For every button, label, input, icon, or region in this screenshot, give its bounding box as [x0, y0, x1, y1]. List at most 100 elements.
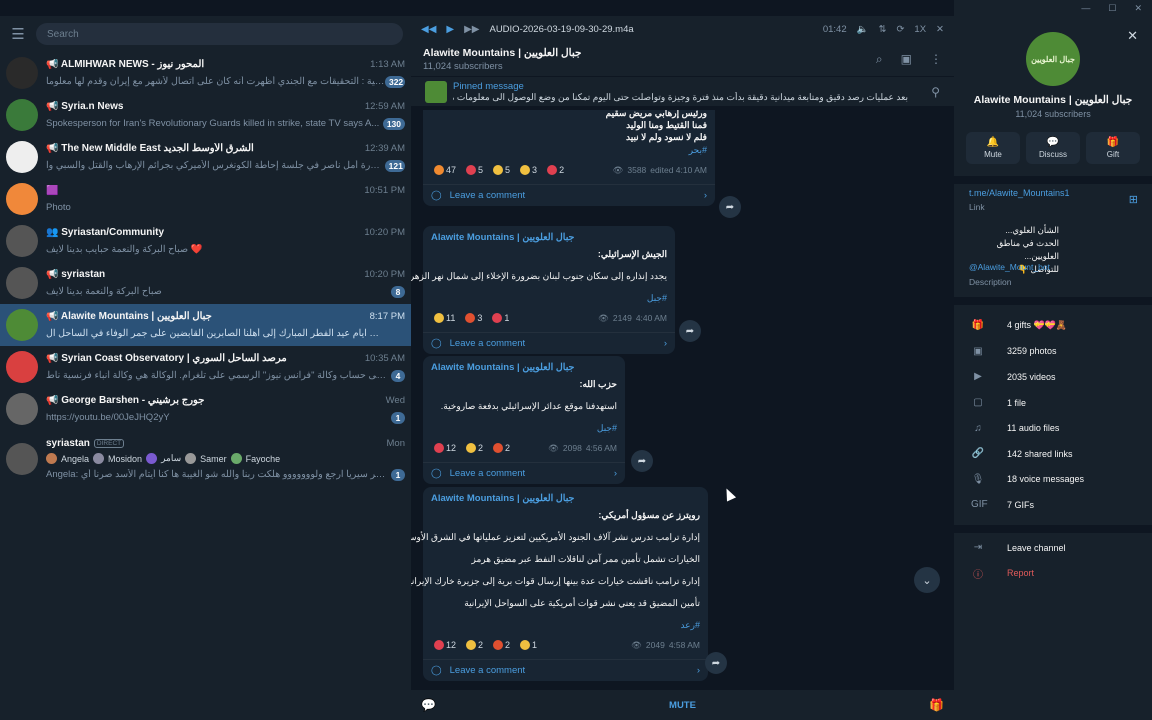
menu-icon[interactable]: ☰ — [8, 25, 28, 43]
volume-icon[interactable]: 🔈 — [857, 24, 869, 35]
reaction-chip[interactable]: 47 — [431, 165, 459, 175]
hashtag-link[interactable]: #جبل — [431, 423, 617, 434]
reaction-chip[interactable]: 12 — [431, 640, 459, 650]
sidebar-toggle-icon[interactable]: ▣ — [901, 52, 912, 67]
scroll-down-icon[interactable]: ⌄ — [914, 567, 940, 593]
media-stat-item[interactable]: 🎙 18 voice messages — [954, 467, 1152, 493]
message-bubble[interactable]: ورئيس إرهابي مريض سقيم فمنا القتيط ومنا ا… — [423, 110, 715, 206]
bot-link[interactable]: @Alawite_Mount_bot — [969, 262, 1050, 272]
search-icon[interactable]: ⌕ — [876, 52, 883, 67]
chat-list-item[interactable]: 🟪 10:51 PM Photo — [0, 178, 411, 220]
chat-list-item[interactable]: syriastan DIRECT Mon Angela Mosidon سامر Samer… — [0, 430, 411, 488]
pinned-message[interactable]: Pinned message بعد عمليات رصد دقيق ومتاب… — [411, 76, 954, 106]
channel-avatar: جبال العلويين — [1026, 32, 1080, 86]
leave-comment-button[interactable]: ◯ Leave a comment › — [423, 462, 625, 484]
reaction-chip[interactable]: 1 — [517, 640, 540, 650]
chat-list-item[interactable]: 📢 syriastan 10:20 PM صباح البركة والنعمة ب… — [0, 262, 411, 304]
minimize-icon[interactable]: — — [1081, 3, 1090, 13]
media-stat-item[interactable]: ▣ 3259 photos — [954, 339, 1152, 365]
more-icon[interactable]: ⋮ — [930, 52, 942, 67]
message-text: فلم لا نسود ولم لا نبيد — [626, 132, 707, 142]
leave-comment-label: Leave a comment — [449, 338, 526, 349]
reaction-chip[interactable]: 3 — [517, 165, 540, 175]
hashtag-link[interactable]: #بحر — [431, 145, 707, 156]
reaction-chip[interactable]: 2 — [463, 640, 486, 650]
reaction-chip[interactable]: 5 — [490, 165, 513, 175]
close-icon[interactable]: ✕ — [1127, 28, 1138, 44]
media-stat-item[interactable]: ▶ 2035 videos — [954, 364, 1152, 390]
discussion-icon[interactable]: 💬 — [421, 698, 436, 712]
reaction-chip[interactable]: 12 — [431, 443, 459, 453]
maximize-icon[interactable]: ☐ — [1108, 3, 1116, 14]
repeat-icon[interactable]: ⟳ — [896, 24, 904, 35]
reaction-chip[interactable]: 3 — [462, 313, 485, 323]
audio-icon: ♫ — [974, 422, 982, 434]
chat-list-item[interactable]: 👥 Syriastan/Community 10:20 PM صباح البركة… — [0, 220, 411, 262]
reaction-count: 12 — [446, 640, 457, 650]
chat-list-item[interactable]: 📢 Alawite Mountains | جبال العلويين 8:17 … — [0, 304, 411, 346]
channel-link[interactable]: t.me/Alawite_Mountains1 — [969, 188, 1070, 198]
discuss-action-button[interactable]: 💬 Discuss — [1026, 132, 1080, 164]
chat-list-item[interactable]: 📢 ALMIHWAR NEWS - المحور نيوز 1:13 AM الشر… — [0, 52, 411, 94]
media-stat-item[interactable]: ♫ 11 audio files — [954, 415, 1152, 441]
play-icon[interactable]: ▶ — [446, 24, 454, 35]
pin-list-icon[interactable]: ⚲ — [931, 85, 940, 99]
forward-icon[interactable]: ➦ — [679, 320, 701, 342]
reaction-chip[interactable]: 2 — [463, 443, 486, 453]
leave-comment-button[interactable]: ◯ Leave a comment › — [423, 184, 715, 206]
mute-button[interactable]: MUTE — [436, 700, 929, 711]
reaction-count: 1 — [532, 640, 538, 650]
qr-icon[interactable]: ⊞ — [1129, 193, 1138, 206]
reaction-chip[interactable]: 11 — [431, 313, 458, 323]
video-icon: ▶ — [974, 371, 982, 383]
media-stat-item[interactable]: GIF 7 GIFs — [954, 492, 1152, 518]
reaction-chip[interactable]: 2 — [544, 165, 567, 175]
media-stat-item[interactable]: ▢ 1 file — [954, 390, 1152, 416]
reaction-chip[interactable]: 2 — [490, 443, 513, 453]
forward-icon[interactable]: ➦ — [719, 196, 741, 218]
chat-list-item[interactable]: 📢 Syrian Coast Observatory | مرصد الساحل… — [0, 346, 411, 388]
chat-list-item[interactable]: 📢 The New Middle East الشرق الأوسط الجدي… — [0, 136, 411, 178]
leave-comment-button[interactable]: ◯ Leave a comment › — [423, 659, 708, 681]
message-bubble[interactable]: Alawite Mountains | جبال العلويين رويترز … — [411, 487, 708, 681]
member-name: Angela — [61, 453, 90, 464]
next-icon[interactable]: ▶▶ — [464, 24, 479, 35]
chat-title: 📢 syriastan — [46, 269, 106, 280]
reaction-chip[interactable]: 5 — [463, 165, 486, 175]
prev-icon[interactable]: ◀◀ — [421, 24, 436, 35]
message-author[interactable]: Alawite Mountains | جبال العلويين — [431, 232, 667, 243]
forward-icon[interactable]: ➦ — [705, 652, 727, 674]
message-bubble[interactable]: Alawite Mountains | جبال العلويين حزب الل… — [423, 356, 625, 484]
conversation-panel: ◀◀ ▶ ▶▶ AUDIO-2026-03-19-09-30-29.m4a 01… — [411, 16, 954, 720]
reaction-chip[interactable]: 2 — [490, 640, 513, 650]
leave-channel-button[interactable]: ⇥ Leave channel — [954, 535, 1152, 561]
search-input[interactable]: Search — [36, 23, 403, 45]
chat-avatar — [6, 183, 38, 215]
mute-action-button[interactable]: 🔔 Mute — [966, 132, 1020, 164]
reaction-chip[interactable]: 1 — [489, 313, 512, 323]
media-stat-item[interactable]: 🎁 4 gifts 💝💝🧸 — [954, 313, 1152, 339]
member-avatar — [46, 453, 57, 464]
close-window-icon[interactable]: ✕ — [1134, 3, 1142, 14]
chat-list-item[interactable]: 📢 George Barshen - جورج برشيني Wed https:/… — [0, 388, 411, 430]
chat-list-item[interactable]: 📢 Syria.n News 12:59 AM Spokesperson for I… — [0, 94, 411, 136]
gift-action-label: Gift — [1106, 150, 1120, 159]
report-button[interactable]: ⓘ Report — [954, 561, 1152, 587]
close-player-icon[interactable]: ✕ — [936, 24, 944, 35]
forward-icon[interactable]: ➦ — [631, 450, 653, 472]
gift-action-button[interactable]: 🎁 Gift — [1086, 132, 1140, 164]
order-icon[interactable]: ⇅ — [878, 24, 886, 35]
gift-icon[interactable]: 🎁 — [929, 698, 944, 712]
media-stat-item[interactable]: 🔗 142 shared links — [954, 441, 1152, 467]
hashtag-link[interactable]: #جبل — [431, 293, 667, 304]
chat-header[interactable]: Alawite Mountains | جبال العلويين 11,024… — [411, 42, 954, 76]
message-author[interactable]: Alawite Mountains | جبال العلويين — [431, 362, 617, 373]
hashtag-link[interactable]: #رعد — [431, 620, 700, 631]
channel-name: Alawite Mountains | جبال العلويين — [973, 94, 1133, 106]
speed-button[interactable]: 1X — [914, 24, 926, 35]
bell-icon: 🔔 — [986, 137, 1000, 148]
message-author[interactable]: Alawite Mountains | جبال العلويين — [431, 493, 700, 504]
leave-comment-button[interactable]: ◯ Leave a comment › — [423, 332, 675, 354]
message-bubble[interactable]: Alawite Mountains | جبال العلويين الجيش ا… — [411, 226, 675, 354]
eye-icon: 👁 — [548, 442, 559, 453]
